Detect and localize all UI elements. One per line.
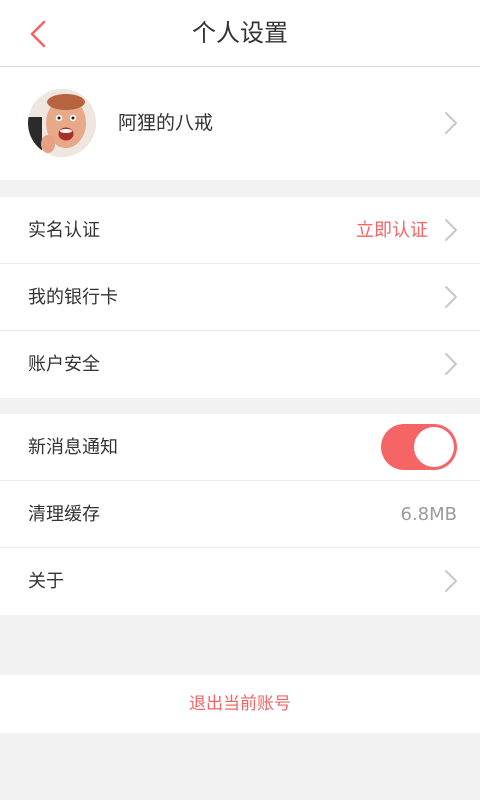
page-title: 个人设置 — [192, 19, 288, 47]
about-label: 关于 — [28, 571, 64, 592]
app-settings-group: 新消息通知 清理缓存 6.8MB 关于 — [0, 414, 480, 615]
chevron-right-icon — [445, 112, 457, 134]
toggle-knob — [414, 427, 454, 467]
logout-button[interactable]: 退出当前账号 — [0, 675, 480, 733]
avatar[interactable] — [28, 89, 96, 157]
chevron-right-icon — [445, 286, 457, 308]
new-message-notification-row: 新消息通知 — [0, 414, 480, 481]
bank-card-row[interactable]: 我的银行卡 — [0, 264, 480, 331]
notification-toggle[interactable] — [381, 424, 457, 470]
new-message-notification-label: 新消息通知 — [28, 437, 118, 458]
verify-now-link[interactable]: 立即认证 — [356, 197, 428, 264]
account-security-row[interactable]: 账户安全 — [0, 331, 480, 398]
account-security-label: 账户安全 — [28, 354, 100, 375]
account-settings-group: 实名认证 立即认证 我的银行卡 账户安全 — [0, 197, 480, 398]
chevron-right-icon — [445, 570, 457, 592]
cache-size-value: 6.8MB — [400, 504, 457, 525]
profile-row[interactable]: 阿狸的八戒 — [0, 67, 480, 180]
clear-cache-label: 清理缓存 — [28, 504, 100, 525]
profile-name: 阿狸的八戒 — [118, 112, 214, 134]
navigation-bar: 个人设置 — [0, 0, 480, 67]
real-name-verification-label: 实名认证 — [28, 220, 100, 241]
clear-cache-row[interactable]: 清理缓存 6.8MB — [0, 481, 480, 548]
chevron-right-icon — [445, 219, 457, 241]
chevron-right-icon — [445, 353, 457, 375]
real-name-verification-row[interactable]: 实名认证 立即认证 — [0, 197, 480, 264]
about-row[interactable]: 关于 — [0, 548, 480, 615]
bank-card-label: 我的银行卡 — [28, 287, 118, 308]
